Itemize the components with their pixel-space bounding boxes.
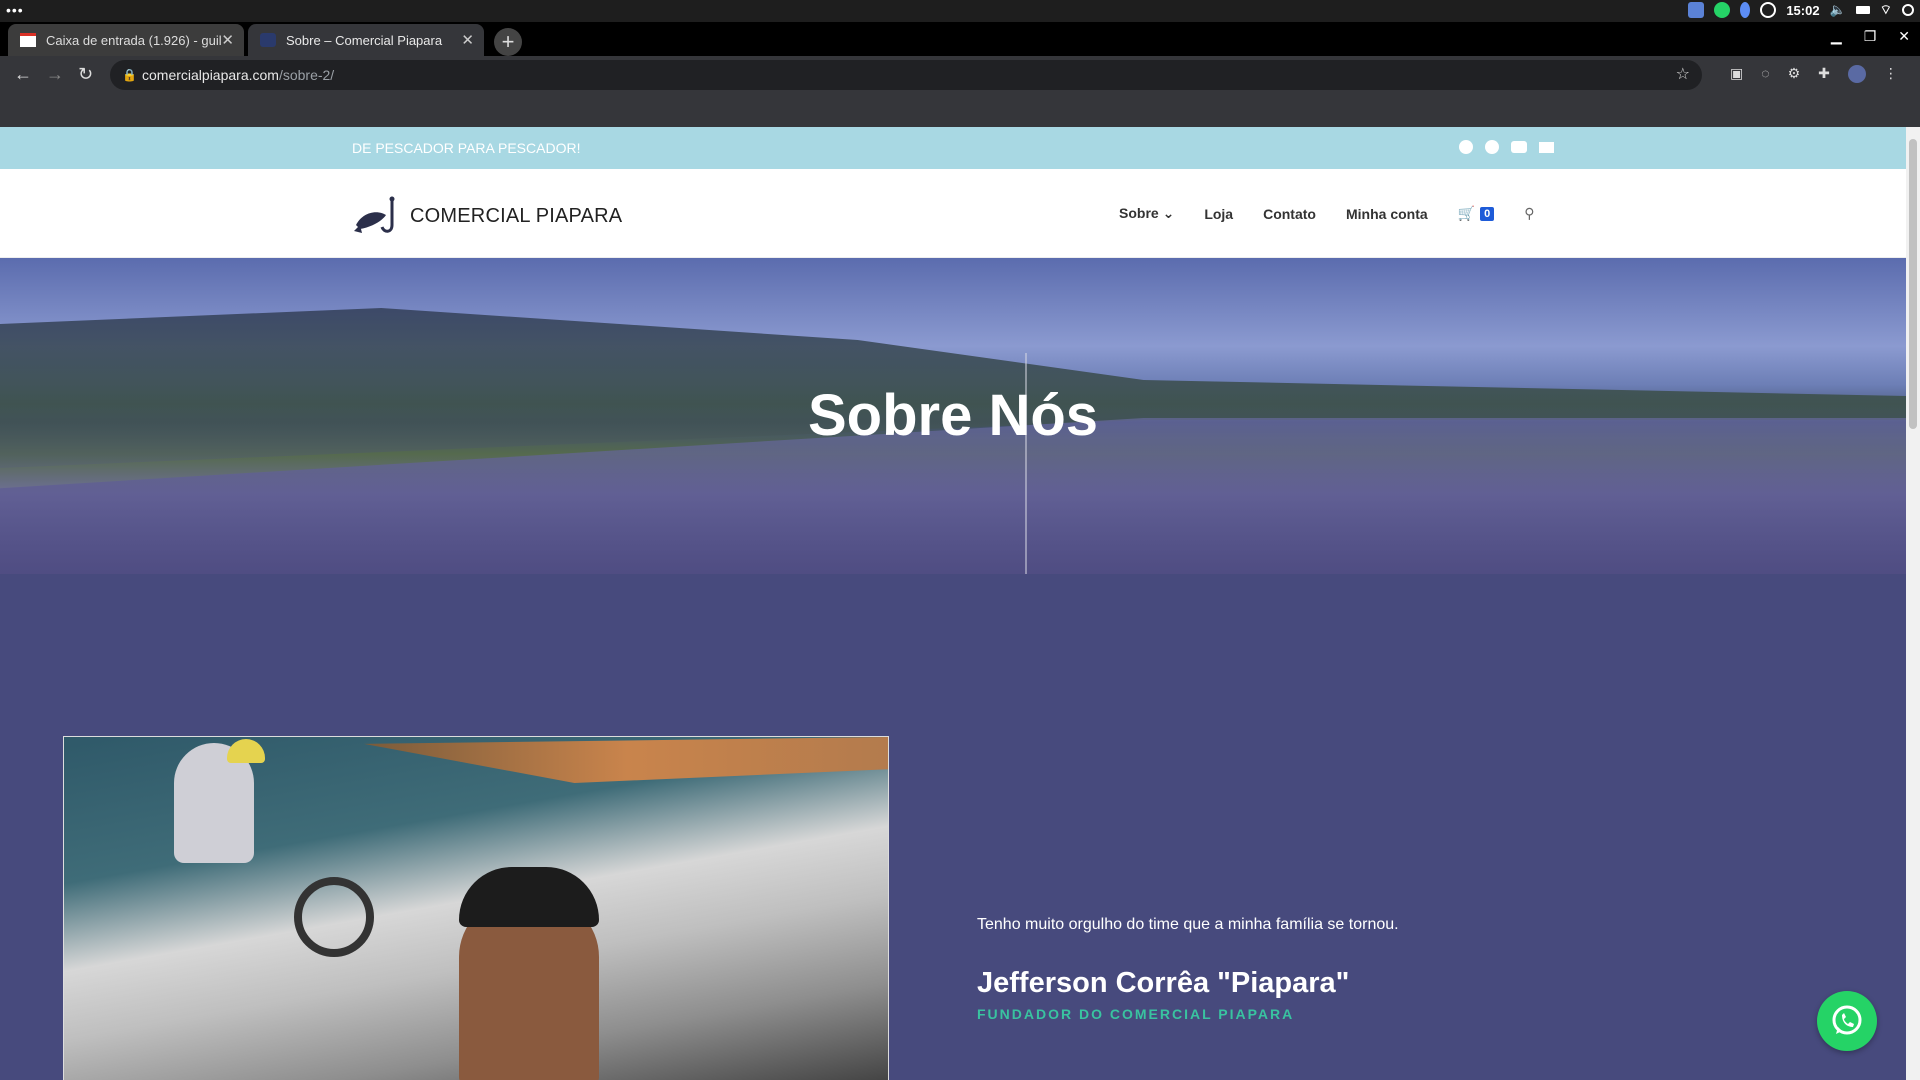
web-page: DE PESCADOR PARA PESCADOR! COMERCIAL PIA… [0, 127, 1906, 1080]
restore-icon[interactable]: ❐ [1864, 28, 1877, 45]
settings-extension-icon[interactable]: ⚙ [1788, 65, 1801, 83]
photo-black-cap [459, 867, 599, 927]
cart-link[interactable]: 🛒 0 [1458, 205, 1495, 222]
window-controls: ▁ ❐ ✕ [1831, 28, 1910, 45]
shield-icon[interactable] [1688, 2, 1705, 18]
url-path: /sobre-2/ [278, 67, 335, 83]
tab-gmail[interactable]: Caixa de entrada (1.926) - guil ✕ [8, 24, 244, 56]
founder-name: Jefferson Corrêa "Piapara" [977, 967, 1350, 999]
whatsapp-tray-icon[interactable] [1714, 2, 1731, 18]
close-tab-icon[interactable]: ✕ [221, 31, 234, 49]
chevron-down-icon: ⌄ [1162, 205, 1175, 221]
volume-icon[interactable]: 🔈 [1830, 2, 1846, 18]
address-bar[interactable]: 🔒 comercialpiapara.com/sobre-2/ ☆ [110, 60, 1702, 90]
nav-loja[interactable]: Loja [1204, 206, 1233, 222]
url-domain: comercialpiapara.com [142, 67, 279, 83]
search-icon[interactable]: ⚲ [1524, 205, 1534, 222]
puzzle-icon[interactable]: ✚ [1818, 65, 1830, 83]
tab-sobre[interactable]: Sobre – Comercial Piapara ✕ [248, 24, 484, 56]
profile-avatar[interactable] [1847, 65, 1866, 83]
lock-icon[interactable]: 🔒 [122, 60, 137, 90]
cart-count-badge: 0 [1480, 206, 1495, 221]
founder-role: FUNDADOR DO COMERCIAL PIAPARA [977, 1006, 1295, 1022]
tab-title: Sobre – Comercial Piapara [286, 32, 443, 48]
nav-minha-conta[interactable]: Minha conta [1346, 206, 1428, 222]
extension-icon[interactable]: ◌ [1761, 65, 1769, 83]
close-window-icon[interactable]: ✕ [1898, 28, 1910, 45]
site-favicon-icon [260, 33, 276, 47]
system-top-bar: ••• 15:02 🔈 ⌔ [0, 0, 1920, 22]
reload-icon[interactable]: ↻ [78, 64, 93, 85]
bookmark-star-icon[interactable]: ☆ [1676, 60, 1690, 90]
youtube-icon[interactable] [1511, 141, 1527, 153]
activities-menu[interactable]: ••• [6, 2, 24, 18]
whatsapp-icon [1832, 1005, 1862, 1035]
site-header: COMERCIAL PIAPARA Sobre ⌄ Loja Contato M… [0, 169, 1906, 258]
minimize-icon[interactable]: ▁ [1831, 28, 1842, 45]
nav-sobre-label: Sobre [1119, 205, 1159, 221]
facebook-icon[interactable] [1459, 140, 1473, 154]
nav-contato[interactable]: Contato [1263, 206, 1316, 222]
email-icon[interactable] [1539, 142, 1554, 153]
tagline: DE PESCADOR PARA PESCADOR! [352, 140, 581, 156]
founder-photo [63, 736, 889, 1080]
page-title: Sobre Nós [807, 383, 1099, 448]
nav-sobre[interactable]: Sobre ⌄ [1119, 205, 1174, 222]
instagram-icon[interactable] [1485, 140, 1499, 154]
bluetooth-icon[interactable] [1740, 2, 1751, 18]
browser-toolbar: ← → ↻ 🔒 comercialpiapara.com/sobre-2/ ☆ … [0, 56, 1920, 94]
site-topbar: DE PESCADOR PARA PESCADOR! [0, 127, 1906, 169]
photo-steering-wheel [294, 877, 374, 957]
wifi-icon[interactable]: ⌔ [1880, 2, 1892, 18]
user-icon[interactable] [1902, 4, 1914, 16]
bookmark-bar [0, 94, 1920, 127]
fish-logo-icon [354, 196, 395, 233]
gmail-icon [20, 33, 36, 47]
clock[interactable]: 15:02 [1786, 3, 1819, 18]
eye-icon[interactable] [1760, 2, 1777, 18]
close-tab-icon[interactable]: ✕ [461, 31, 474, 49]
site-logo[interactable]: COMERCIAL PIAPARA [352, 195, 622, 237]
battery-icon[interactable] [1855, 6, 1870, 14]
cart-icon: 🛒 [1457, 205, 1476, 221]
photo-yellow-cap [227, 739, 265, 763]
founder-quote: Tenho muito orgulho do time que a minha … [977, 916, 1399, 933]
scrollbar-thumb[interactable] [1909, 139, 1917, 429]
hero-banner: Sobre Nós [0, 258, 1906, 574]
main-nav: Sobre ⌄ Loja Contato Minha conta 🛒 0 ⚲ [1119, 205, 1534, 222]
back-icon[interactable]: ← [14, 64, 32, 85]
browser-menu-icon[interactable]: ⋮ [1884, 65, 1898, 83]
about-section: Tenho muito orgulho do time que a minha … [0, 574, 1906, 1080]
page-scrollbar[interactable] [1906, 127, 1920, 1080]
whatsapp-chat-button[interactable] [1817, 991, 1877, 1051]
forward-icon[interactable]: → [46, 64, 64, 85]
cast-icon[interactable]: ▣ [1730, 65, 1743, 83]
social-links [1459, 140, 1554, 154]
brand-name: COMERCIAL PIAPARA [410, 204, 623, 227]
system-tray: 15:02 🔈 ⌔ [1688, 2, 1914, 18]
new-tab-button[interactable]: + [494, 28, 522, 56]
tab-title: Caixa de entrada (1.926) - guil [46, 32, 222, 48]
browser-tab-bar: Caixa de entrada (1.926) - guil ✕ Sobre … [0, 22, 1920, 56]
extensions-area: ▣ ◌ ⚙ ✚ ⋮ [1730, 65, 1898, 83]
photo-shore [364, 737, 888, 783]
